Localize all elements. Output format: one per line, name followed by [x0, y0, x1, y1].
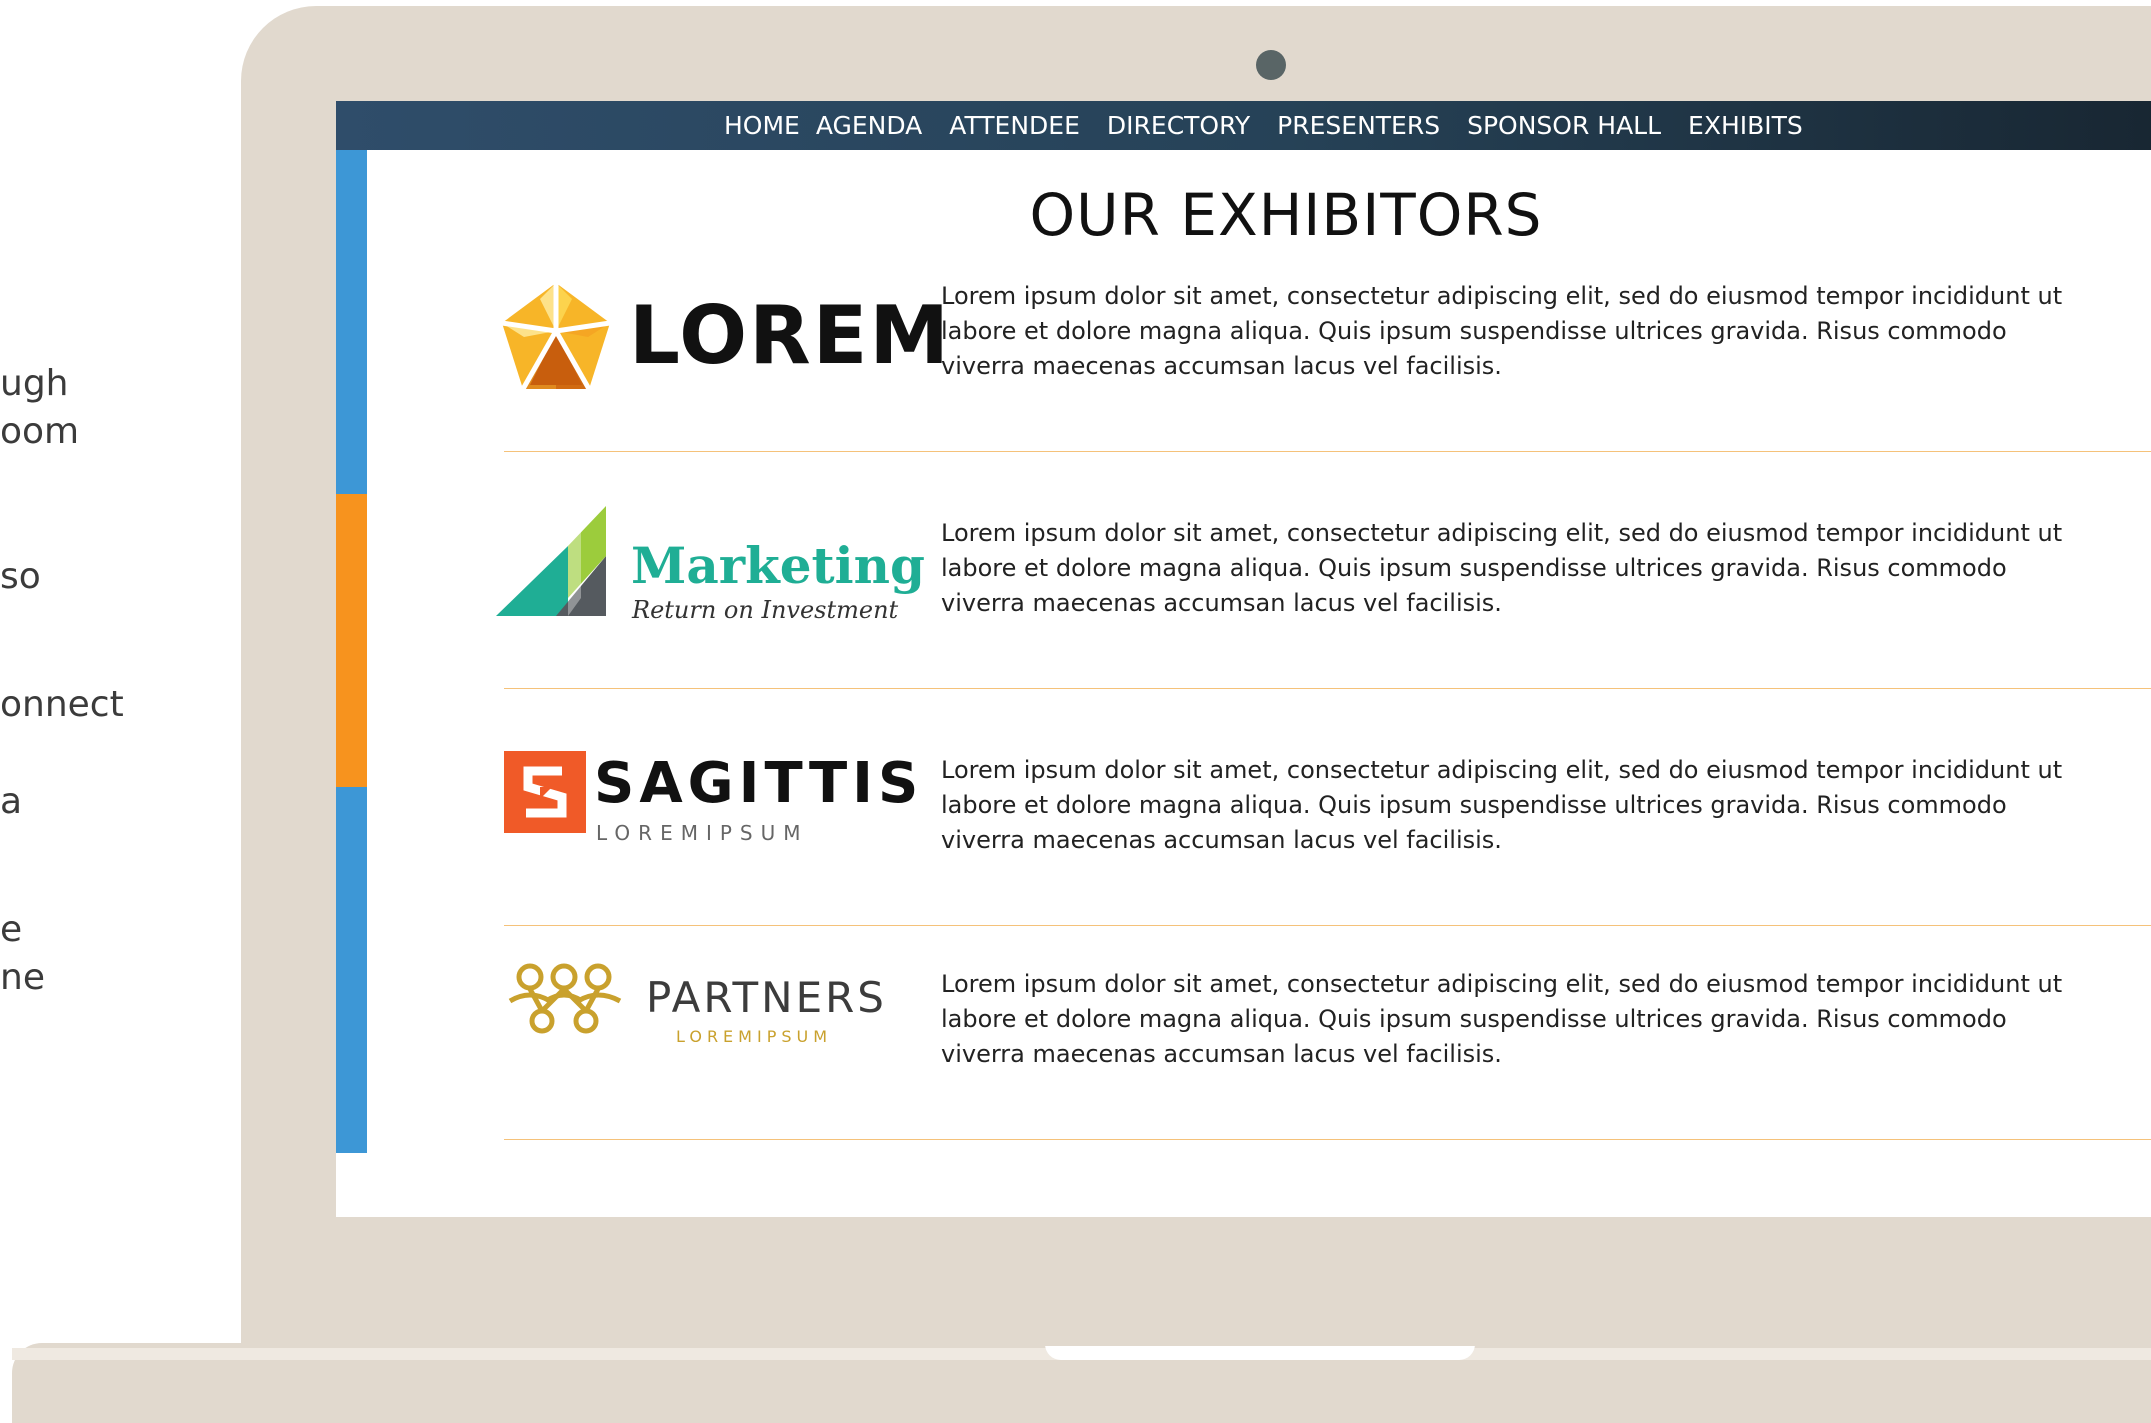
page-title: OUR EXHIBITORS [1029, 181, 1543, 249]
sagittis-s-logo-icon [504, 751, 586, 833]
sagittis-logo[interactable]: SAGITTIS LOREMIPSUM [496, 743, 918, 873]
partners-logo-subtext: LOREMIPSUM [676, 1027, 833, 1046]
marketing-logo-subtext: Return on Investment [632, 596, 899, 624]
sagittis-logo-subtext: LOREMIPSUM [596, 821, 809, 845]
partners-loops-logo-icon [508, 963, 622, 1034]
slide-text-fragment: oom [0, 411, 80, 452]
row-divider [504, 451, 2151, 452]
laptop-base-notch [1045, 1344, 1475, 1360]
row-divider [504, 688, 2151, 689]
lorem-logo-text: LOREM [629, 289, 951, 382]
exhibitor-description: Lorem ipsum dolor sit amet, consectetur … [941, 970, 2063, 1068]
row-divider [504, 925, 2151, 926]
partners-logo-text: PARTNERS [646, 973, 887, 1022]
nav-directory[interactable]: DIRECTORY [1107, 111, 1250, 140]
partners-logo[interactable]: PARTNERS LOREMIPSUM [496, 963, 906, 1095]
nav-home[interactable]: HOME [724, 111, 800, 140]
nav-presenters[interactable]: PRESENTERS [1277, 111, 1440, 140]
slide-text-fragment: onnect [0, 684, 124, 725]
laptop-screen: HOME AGENDA ATTENDEE DIRECTORY PRESENTER… [336, 101, 2151, 1217]
exhibitor-description: Lorem ipsum dolor sit amet, consectetur … [941, 282, 2063, 380]
nav-attendee[interactable]: ATTENDEE [949, 111, 1080, 140]
slide-text-fragment: ne [0, 957, 45, 998]
accent-bar-orange [336, 494, 367, 787]
top-navbar: HOME AGENDA ATTENDEE DIRECTORY PRESENTER… [336, 101, 2151, 150]
camera-icon [1256, 50, 1286, 80]
slide-text-fragment: e [0, 909, 23, 950]
slide-text-fragment: ugh [0, 363, 69, 404]
lorem-star-logo-icon [501, 283, 611, 391]
slide-text-fragment: a [0, 781, 23, 822]
exhibitor-row-lorem: LOREM Lorem ipsum dolor sit amet, consec… [496, 279, 2151, 489]
exhibitor-row-marketing: Marketing Return on Investment Lorem ips… [496, 506, 2151, 726]
nav-menu: HOME AGENDA ATTENDEE DIRECTORY PRESENTER… [724, 101, 1830, 150]
slide-text-fragment: so [0, 556, 41, 597]
marketing-logo[interactable]: Marketing Return on Investment [496, 506, 925, 636]
exhibitor-description: Lorem ipsum dolor sit amet, consectetur … [941, 756, 2063, 854]
exhibitor-row-partners: PARTNERS LOREMIPSUM Lorem ipsum dolor si… [496, 963, 2151, 1177]
marketing-triangle-logo-icon [496, 506, 606, 616]
marketing-logo-text: Marketing [631, 536, 925, 595]
sagittis-logo-text: SAGITTIS [594, 751, 924, 816]
accent-bar-blue [336, 787, 367, 1153]
row-divider [504, 1139, 2151, 1140]
lorem-logo[interactable]: LOREM [496, 279, 949, 409]
nav-exhibits[interactable]: EXHIBITS [1688, 111, 1803, 140]
exhibitor-description: Lorem ipsum dolor sit amet, consectetur … [941, 519, 2063, 617]
exhibitor-row-sagittis: SAGITTIS LOREMIPSUM Lorem ipsum dolor si… [496, 751, 2151, 963]
nav-sponsor-hall[interactable]: SPONSOR HALL [1467, 111, 1661, 140]
nav-agenda[interactable]: AGENDA [816, 111, 922, 140]
